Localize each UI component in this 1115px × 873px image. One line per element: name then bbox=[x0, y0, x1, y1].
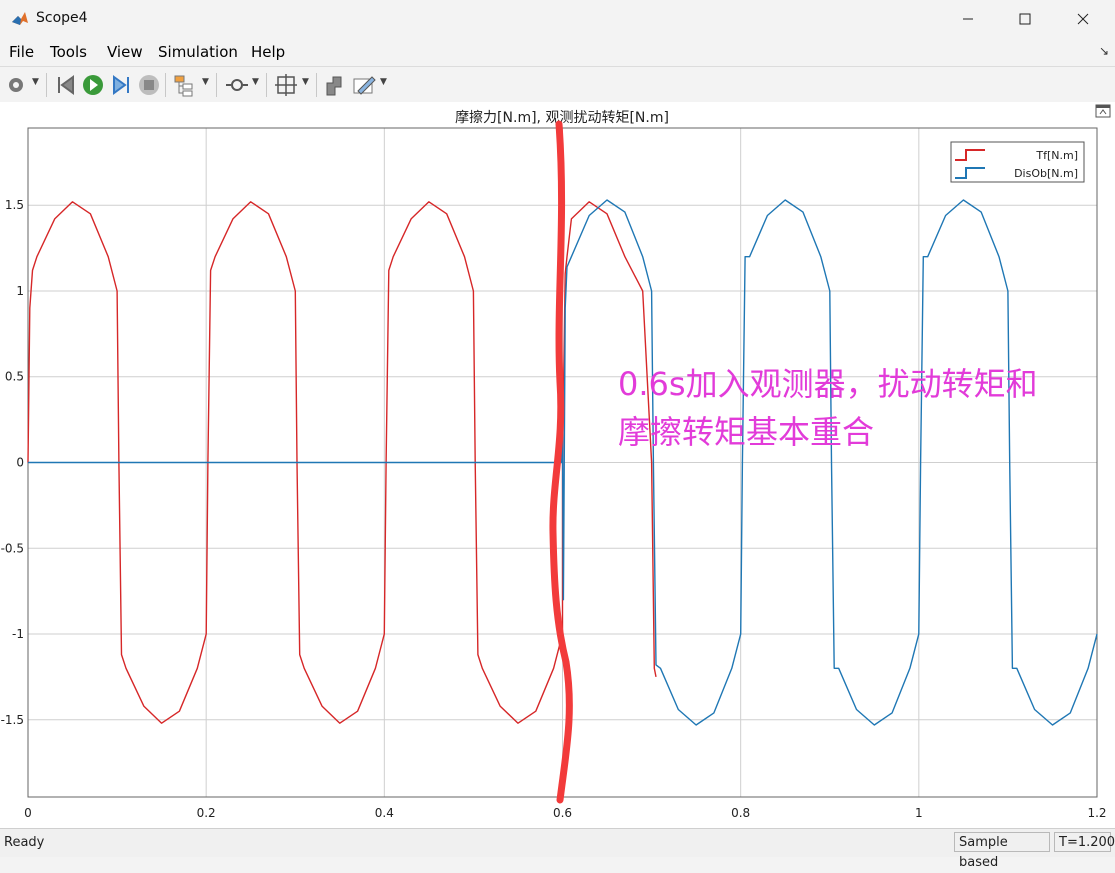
chevron-down-icon[interactable]: ▼ bbox=[380, 77, 387, 87]
x-tick-label: 1 bbox=[915, 806, 923, 820]
menu-simulation[interactable]: Simulation bbox=[158, 43, 238, 61]
menu-file[interactable]: File bbox=[9, 43, 34, 61]
run-icon[interactable] bbox=[82, 73, 104, 97]
x-tick-label: 0 bbox=[24, 806, 32, 820]
annotation-line-2: 摩擦转矩基本重合 bbox=[618, 413, 874, 451]
x-tick-label: 1.2 bbox=[1087, 806, 1106, 820]
y-tick-labels: 1.5 1 0.5 0 -0.5 -1 -1.5 bbox=[1, 198, 24, 727]
toolbar-separator bbox=[46, 73, 47, 97]
highlight-block-icon[interactable] bbox=[323, 73, 345, 97]
matlab-icon bbox=[12, 12, 28, 25]
y-tick-label: -0.5 bbox=[1, 541, 24, 555]
chevron-down-icon[interactable]: ▼ bbox=[302, 77, 309, 87]
x-tick-label: 0.4 bbox=[375, 806, 394, 820]
style-icon[interactable] bbox=[352, 73, 376, 97]
y-tick-label: 1 bbox=[16, 284, 24, 298]
close-icon bbox=[1077, 13, 1089, 25]
x-tick-label: 0.8 bbox=[731, 806, 750, 820]
minimize-button[interactable] bbox=[943, 0, 993, 38]
menu-help[interactable]: Help bbox=[251, 43, 285, 61]
y-tick-label: -1 bbox=[12, 627, 24, 641]
title-bar: Scope4 bbox=[0, 0, 1115, 38]
status-ready: Ready bbox=[4, 835, 45, 850]
menu-bar: File Tools View Simulation Help bbox=[0, 38, 1115, 66]
toolbar-separator bbox=[216, 73, 217, 97]
undock-axes-icon[interactable] bbox=[1095, 104, 1111, 118]
minimize-icon bbox=[963, 18, 973, 20]
maximize-button[interactable] bbox=[1000, 0, 1050, 38]
menu-tools[interactable]: Tools bbox=[50, 43, 87, 61]
step-forward-icon[interactable] bbox=[110, 73, 132, 97]
legend[interactable]: Tf[N.m] DisOb[N.m] bbox=[950, 141, 1085, 183]
y-tick-label: 1.5 bbox=[5, 198, 24, 212]
y-tick-label: -1.5 bbox=[1, 713, 24, 727]
scope-chart[interactable]: 摩擦力[N.m], 观测扰动转矩[N.m] 0 0.2 0.4 0.6 0.8 1 1.2 … bbox=[0, 102, 1115, 828]
x-tick-labels: 0 0.2 0.4 0.6 0.8 1 1.2 bbox=[24, 806, 1106, 820]
x-tick-label: 0.2 bbox=[197, 806, 216, 820]
step-back-icon[interactable] bbox=[55, 73, 77, 97]
close-button[interactable] bbox=[1058, 0, 1108, 38]
plot-area: 摩擦力[N.m], 观测扰动转矩[N.m] 0 0.2 0.4 0.6 0.8 1 1.2 … bbox=[0, 102, 1115, 828]
window-title: Scope4 bbox=[36, 10, 88, 26]
status-time: T=1.200 bbox=[1054, 832, 1115, 852]
maximize-icon bbox=[1019, 13, 1031, 25]
signal-hierarchy-icon[interactable] bbox=[173, 73, 195, 97]
toolbar: ▼ ▼ ▼ ▼ ▼ bbox=[0, 66, 1115, 104]
toolbar-separator bbox=[316, 73, 317, 97]
stop-icon[interactable] bbox=[138, 73, 160, 97]
chevron-down-icon[interactable]: ▼ bbox=[32, 77, 39, 87]
y-tick-label: 0 bbox=[16, 456, 24, 470]
status-mode: Sample based bbox=[954, 832, 1050, 870]
chevron-down-icon[interactable]: ▼ bbox=[202, 77, 209, 87]
zoom-icon[interactable] bbox=[224, 73, 250, 97]
x-tick-label: 0.6 bbox=[553, 806, 572, 820]
toolbar-separator bbox=[165, 73, 166, 97]
chevron-down-icon[interactable]: ▼ bbox=[252, 77, 259, 87]
menu-view[interactable]: View bbox=[107, 43, 143, 61]
status-bar: Ready Sample based T=1.200 bbox=[0, 828, 1115, 870]
autoscale-icon[interactable] bbox=[274, 73, 298, 97]
annotation-line-1: 0.6s加入观测器，扰动转矩和 bbox=[618, 365, 1038, 403]
dock-arrow-icon[interactable]: ↘ bbox=[1099, 44, 1109, 58]
legend-label-tf: Tf[N.m] bbox=[1035, 149, 1078, 162]
y-tick-label: 0.5 bbox=[5, 370, 24, 384]
gear-icon[interactable] bbox=[6, 73, 26, 97]
legend-label-disob: DisOb[N.m] bbox=[1014, 167, 1078, 180]
toolbar-separator bbox=[266, 73, 267, 97]
